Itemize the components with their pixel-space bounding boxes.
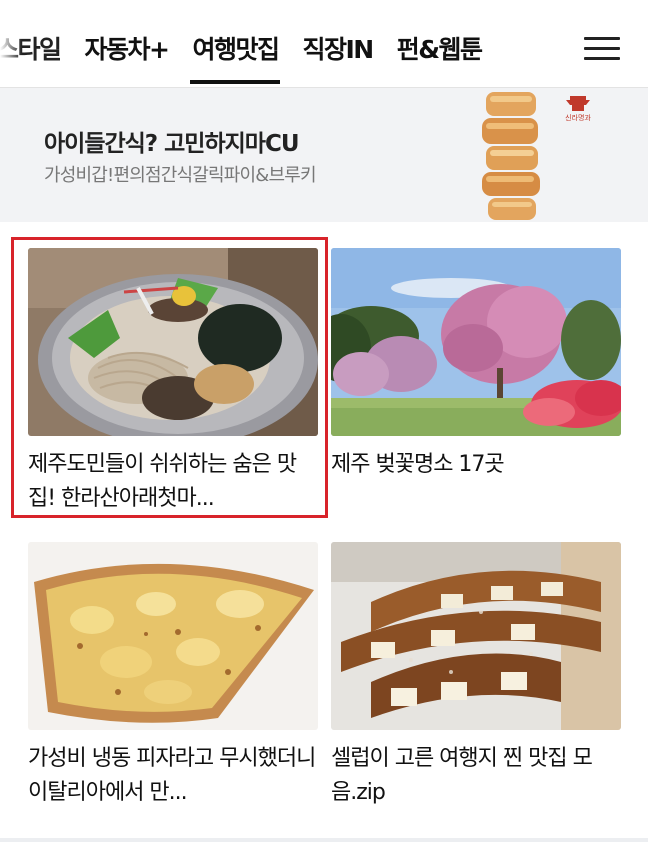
- ad-banner[interactable]: 아이들간식? 고민하지마CU 가성비갑!편의점간식갈릭파이&브루키 신라명과: [0, 88, 648, 222]
- tab-travel-food[interactable]: 여행맛집: [190, 30, 281, 84]
- article-title: 셀럽이 고른 여행지 찐 맛집 모음.zip: [331, 746, 593, 805]
- article-title: 제주도민들이 쉬쉬하는 숨은 맛집! 한라산아래첫마...: [28, 452, 297, 511]
- croissant-sandwiches-image: [331, 542, 621, 730]
- ad-product-image: 신라명과: [472, 88, 622, 222]
- cold-buckwheat-noodles-image: [28, 248, 318, 436]
- hamburger-menu-icon[interactable]: [556, 22, 648, 74]
- article-card-jeju-hidden-restaurant[interactable]: 제주도민들이 쉬쉬하는 숨은 맛집! 한라산아래첫마...: [28, 248, 318, 516]
- article-card-frozen-pizza[interactable]: 가성비 냉동 피자라고 무시했더니 이탈리아에서 만...: [28, 542, 318, 810]
- article-grid: 제주도민들이 쉬쉬하는 숨은 맛집! 한라산아래첫마... 제주 벚꽃명소 17…: [0, 222, 648, 838]
- article-card-celeb-restaurants[interactable]: 셀럽이 고른 여행지 찐 맛집 모음.zip: [331, 542, 621, 810]
- ad-title: 아이들간식? 고민하지마CU: [44, 131, 300, 157]
- article-card-jeju-cherry-blossom[interactable]: 제주 벚꽃명소 17곳: [331, 248, 621, 482]
- svg-text:신라명과: 신라명과: [565, 113, 591, 122]
- bottom-divider: [0, 838, 648, 842]
- bakery-logo-icon: 신라명과: [565, 96, 591, 122]
- tab-work[interactable]: 직장IN: [302, 30, 374, 66]
- article-title: 가성비 냉동 피자라고 무시했더니 이탈리아에서 만...: [28, 746, 316, 805]
- pizza-slice-image: [28, 542, 318, 730]
- cherry-blossom-park-image: [331, 248, 621, 436]
- tab-cars[interactable]: 자동차+: [85, 30, 170, 66]
- tab-list: 스타일 자동차+ 여행맛집 직장IN 펀&웹툰: [0, 28, 506, 84]
- category-tab-bar: 스타일 자동차+ 여행맛집 직장IN 펀&웹툰: [0, 0, 648, 88]
- ad-description: 가성비갑!편의점간식갈릭파이&브루키: [44, 165, 317, 186]
- tab-fun-webtoon[interactable]: 펀&웹툰: [397, 30, 483, 66]
- tab-scroll-fade: [0, 20, 22, 76]
- article-title: 제주 벚꽃명소 17곳: [331, 452, 505, 477]
